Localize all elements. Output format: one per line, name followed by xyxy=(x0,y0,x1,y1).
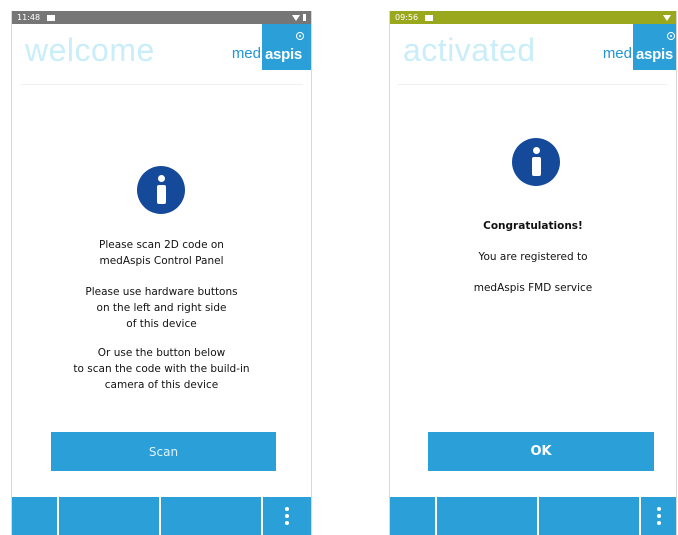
registered-text: You are registered to xyxy=(478,251,588,263)
battery-icon xyxy=(303,14,306,21)
instruction-line: of this device xyxy=(126,318,197,330)
logo-aspis-text: aspis xyxy=(636,46,673,63)
bottom-tab-2[interactable] xyxy=(437,497,537,535)
logo-dot-icon xyxy=(667,32,675,40)
instruction-line: Or use the button below xyxy=(97,347,226,359)
medaspis-logo: med aspis xyxy=(232,24,311,70)
instruction-line: medAspis Control Panel xyxy=(99,255,224,267)
instruction-line: Please scan 2D code on xyxy=(99,239,224,251)
bottom-tab-2[interactable] xyxy=(59,497,159,535)
bottom-tab-1[interactable] xyxy=(12,497,57,535)
instruction-line: to scan the code with the build-in xyxy=(73,363,250,375)
welcome-screen: 11:48 welcome med aspis Please scan 2D c… xyxy=(11,11,312,535)
instruction-line: on the left and right side xyxy=(96,302,227,314)
info-icon xyxy=(512,138,560,186)
page-title: welcome xyxy=(25,32,155,68)
activated-screen: 09:56 activated med aspis Congratulation… xyxy=(389,11,677,535)
page-title: activated xyxy=(403,32,536,68)
notification-icon xyxy=(425,14,434,21)
instruction-line: camera of this device xyxy=(104,379,219,391)
wifi-icon xyxy=(663,14,671,21)
overflow-menu-icon[interactable] xyxy=(263,497,311,535)
logo-aspis-text: aspis xyxy=(265,46,302,63)
status-time: 09:56 xyxy=(395,13,419,22)
app-header: activated med aspis xyxy=(390,24,676,84)
logo-med-text: med xyxy=(231,45,261,62)
scan-button[interactable]: Scan xyxy=(51,432,276,471)
logo-box: aspis xyxy=(633,24,676,70)
status-bar: 09:56 xyxy=(390,11,676,24)
bottom-tab-3[interactable] xyxy=(161,497,261,535)
status-time: 11:48 xyxy=(17,13,41,22)
wifi-icon xyxy=(292,14,300,21)
overflow-menu-icon[interactable] xyxy=(641,497,676,535)
service-name-text: medAspis FMD service xyxy=(473,282,593,294)
logo-dot-icon xyxy=(296,32,304,40)
instruction-camera: Or use the button below to scan the code… xyxy=(12,345,311,393)
app-header: welcome med aspis xyxy=(12,24,311,84)
bottom-tab-3[interactable] xyxy=(539,497,639,535)
ok-button[interactable]: OK xyxy=(428,432,654,471)
status-bar: 11:48 xyxy=(12,11,311,24)
congratulations-heading: Congratulations! xyxy=(483,220,583,232)
bottom-tab-1[interactable] xyxy=(390,497,435,535)
medaspis-logo: med aspis xyxy=(602,24,676,70)
logo-box: aspis xyxy=(262,24,311,70)
instruction-line: Please use hardware buttons xyxy=(85,286,238,298)
header-divider xyxy=(398,84,668,85)
header-divider xyxy=(20,84,303,85)
instruction-hardware-buttons: Please use hardware buttons on the left … xyxy=(12,284,311,332)
notification-icon xyxy=(47,14,56,21)
info-icon xyxy=(137,166,185,214)
bottom-navigation xyxy=(390,497,676,535)
logo-med-text: med xyxy=(602,45,632,62)
instruction-scan-code: Please scan 2D code on medAspis Control … xyxy=(12,237,311,269)
bottom-navigation xyxy=(12,497,311,535)
